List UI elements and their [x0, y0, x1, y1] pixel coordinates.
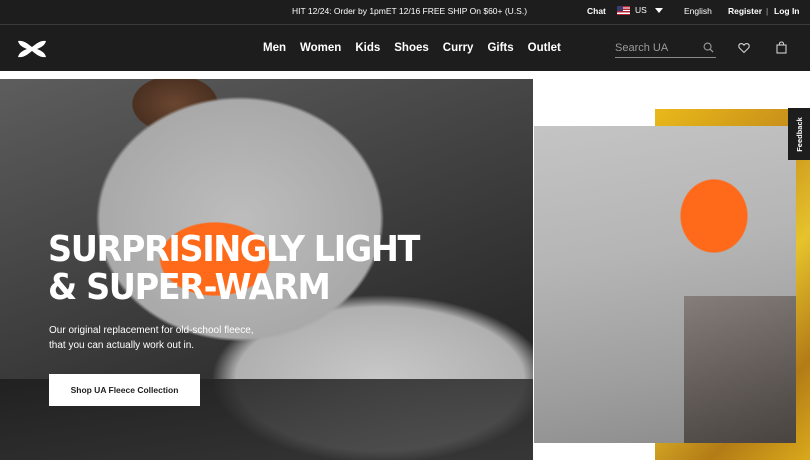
hero-subtext-line1: Our original replacement for old-school … — [49, 325, 254, 336]
hero-right-shadow — [684, 296, 796, 443]
feedback-tab[interactable]: Feedback — [788, 108, 810, 160]
nav-outlet[interactable]: Outlet — [528, 42, 561, 54]
hero-headline: SURPRISINGLY LIGHT & SUPER-WARM — [48, 229, 420, 308]
nav-links: Men Women Kids Shoes Curry Gifts Outlet — [263, 42, 561, 54]
shop-fleece-button[interactable]: Shop UA Fleece Collection — [49, 374, 200, 406]
under-armour-logo-icon[interactable] — [16, 39, 48, 59]
language-selector[interactable]: English — [684, 6, 712, 16]
heart-icon[interactable] — [738, 42, 750, 54]
us-flag-icon — [617, 5, 630, 15]
register-link[interactable]: Register — [728, 6, 762, 16]
utility-separator: | — [766, 6, 769, 16]
search-box — [615, 41, 716, 58]
chat-link[interactable]: Chat — [587, 6, 606, 16]
nav-women[interactable]: Women — [300, 42, 341, 54]
nav-gifts[interactable]: Gifts — [487, 42, 513, 54]
search-icon[interactable] — [703, 42, 714, 53]
hero-subtext: Our original replacement for old-school … — [49, 323, 279, 353]
country-label: US — [635, 5, 647, 15]
hero-headline-line1: SURPRISINGLY LIGHT — [48, 229, 420, 270]
hero-image-right — [534, 126, 796, 443]
hero-subtext-line2: that you can actually work out in. — [49, 340, 195, 351]
chevron-down-icon — [654, 7, 663, 13]
feedback-label: Feedback — [794, 116, 804, 152]
main-nav: Men Women Kids Shoes Curry Gifts Outlet — [0, 24, 810, 71]
nav-curry[interactable]: Curry — [443, 42, 474, 54]
promo-bar: HIT 12/24: Order by 1pmET 12/16 FREE SHI… — [0, 0, 810, 24]
country-selector[interactable]: US — [617, 5, 663, 15]
hero-headline-line2: & SUPER-WARM — [48, 267, 331, 308]
nav-shoes[interactable]: Shoes — [394, 42, 429, 54]
login-link[interactable]: Log In — [774, 6, 800, 16]
shopping-bag-icon[interactable] — [776, 41, 787, 54]
promo-text: HIT 12/24: Order by 1pmET 12/16 FREE SHI… — [292, 6, 528, 16]
nav-men[interactable]: Men — [263, 42, 286, 54]
nav-kids[interactable]: Kids — [355, 42, 380, 54]
search-input[interactable] — [615, 41, 701, 55]
